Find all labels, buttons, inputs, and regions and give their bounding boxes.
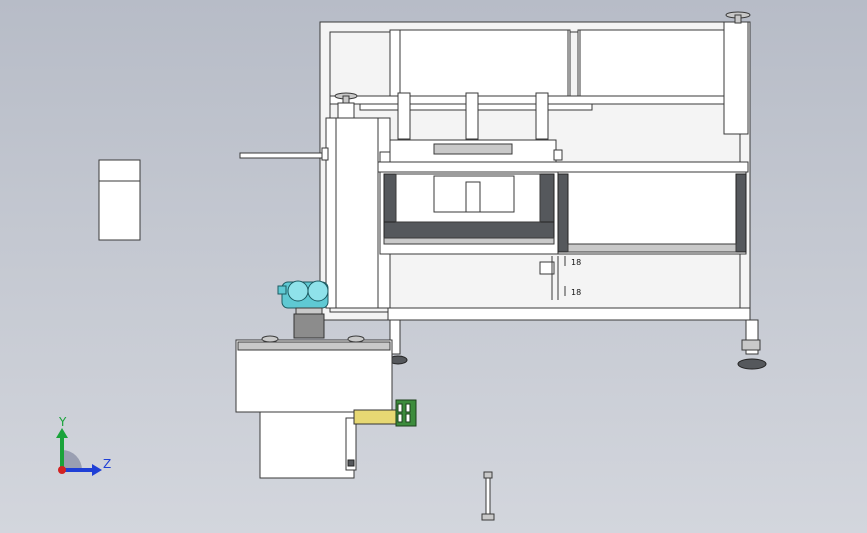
cylinder-block[interactable] xyxy=(293,307,325,339)
dimension-label-lower: 18 xyxy=(571,288,581,297)
cyan-motor-assembly[interactable] xyxy=(277,280,329,309)
lower-box-unit[interactable] xyxy=(235,335,393,479)
lower-chamber-right[interactable] xyxy=(557,171,747,255)
y-axis-label: Y xyxy=(58,415,67,429)
machine-drawing: 18 18 Y Z xyxy=(56,11,767,521)
floating-rod-part[interactable] xyxy=(481,471,495,521)
carriage-plate[interactable] xyxy=(379,139,563,163)
side-cabinet-part[interactable] xyxy=(98,159,141,241)
adjust-knob-top-right[interactable] xyxy=(725,11,751,24)
origin-point xyxy=(58,466,66,474)
extension-arm[interactable] xyxy=(239,147,329,161)
z-axis-label: Z xyxy=(103,457,111,471)
y-axis-arrowhead xyxy=(56,428,68,438)
bed-rail[interactable] xyxy=(377,161,749,173)
cad-viewport[interactable]: 18 18 Y Z xyxy=(0,0,867,533)
orientation-triad: Y Z xyxy=(56,415,111,476)
support-leg-right[interactable] xyxy=(737,319,767,370)
triad-quadrant xyxy=(62,450,82,470)
lower-chamber-left[interactable] xyxy=(379,171,559,255)
dimension-label-upper: 18 xyxy=(571,258,581,267)
z-axis-arrowhead xyxy=(92,464,102,476)
adjust-knob-post[interactable] xyxy=(334,92,358,120)
